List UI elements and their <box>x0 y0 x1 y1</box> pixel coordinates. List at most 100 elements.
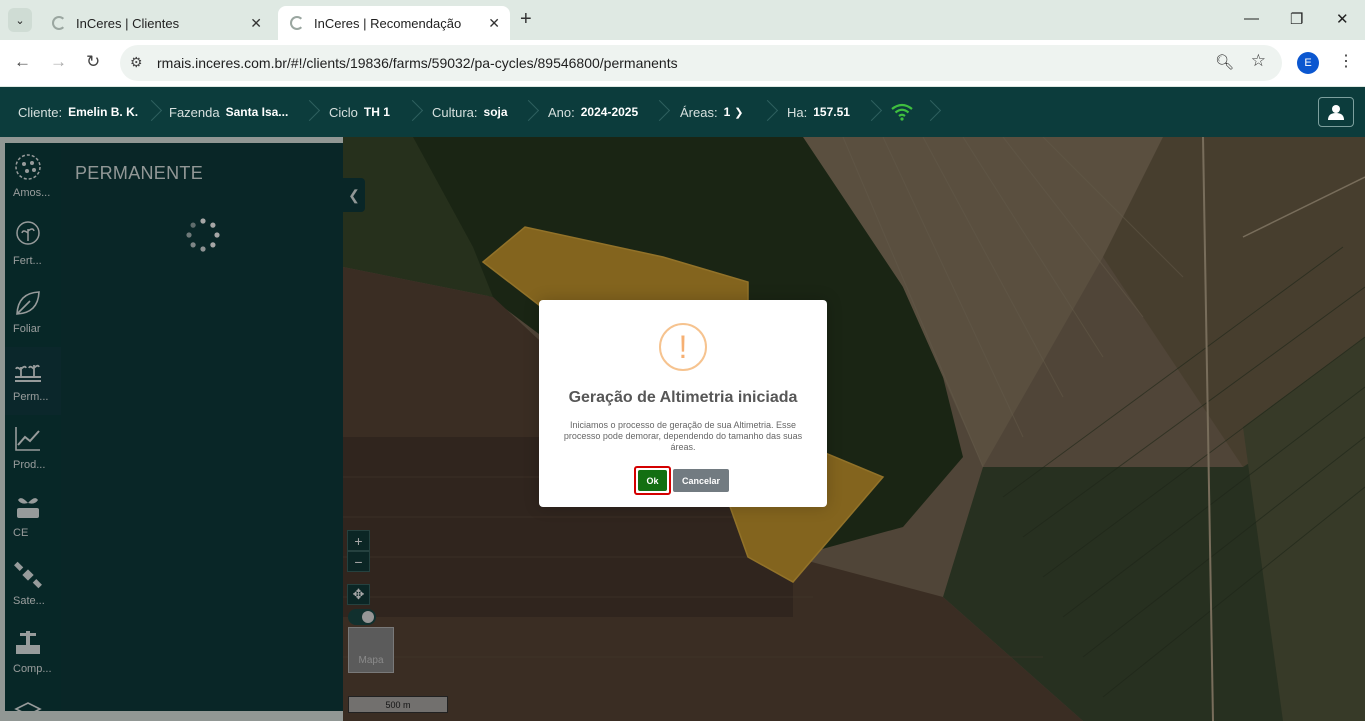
dialog-title: Geração de Altimetria iniciada <box>568 389 798 406</box>
fazenda-value: Santa Isa... <box>225 105 289 119</box>
tab-title: InCeres | Clientes <box>76 15 180 31</box>
loading-icon <box>52 16 66 30</box>
dialog-message: Iniciamos o processo de geração de sua A… <box>563 420 803 452</box>
ok-button[interactable]: Ok <box>634 466 671 495</box>
basemap-switch[interactable]: Mapa <box>348 627 394 673</box>
tool-amostragem[interactable]: Amos... <box>5 143 61 211</box>
breadcrumb-ano[interactable]: Ano: 2024-2025 <box>548 87 638 137</box>
breadcrumb-cliente[interactable]: Cliente: Emelin B. K. <box>18 87 138 137</box>
app-header: Cliente: Emelin B. K. Fazenda Santa Isa.… <box>0 87 1365 137</box>
breadcrumb-cultura[interactable]: Cultura: soja <box>432 87 508 137</box>
layers-icon <box>14 702 42 711</box>
back-button[interactable]: ← <box>14 52 31 72</box>
tool-layers[interactable] <box>5 687 61 711</box>
tool-satelite[interactable]: Sate... <box>5 551 61 619</box>
breadcrumb-separator <box>760 95 774 129</box>
url-field[interactable]: ⚙ rmais.inceres.com.br/#!/clients/19836/… <box>120 45 1282 81</box>
ciclo-value: TH 1 <box>363 105 390 119</box>
permanente-panel: PERMANENTE <box>61 143 343 711</box>
tool-label: Foliar <box>13 323 41 335</box>
productivity-chart-icon <box>15 427 40 451</box>
warning-icon: ! <box>659 323 707 371</box>
ano-label: Ano: <box>548 104 575 120</box>
cultura-value: soja <box>483 105 508 119</box>
panel-title: PERMANENTE <box>75 163 204 183</box>
conductivity-icon <box>17 497 39 518</box>
cultura-label: Cultura: <box>432 104 478 120</box>
browser-tab-strip: ⌄ InCeres | Clientes ✕ InCeres | Recomen… <box>0 0 1365 40</box>
loading-spinner-icon <box>186 218 220 252</box>
forward-button[interactable]: → <box>50 52 67 72</box>
collapse-panel-button[interactable]: ❮ <box>343 178 365 212</box>
close-window-button[interactable]: ✕ <box>1336 10 1349 28</box>
tool-foliar[interactable]: Foliar <box>5 279 61 347</box>
ano-value: 2024-2025 <box>580 105 639 119</box>
chevron-down-icon: ❯ <box>734 106 744 119</box>
breadcrumb-separator <box>864 95 878 129</box>
tool-label: Amos... <box>13 187 51 199</box>
satellite-icon <box>14 561 42 589</box>
loading-icon <box>290 16 304 30</box>
compaction-icon <box>16 631 40 654</box>
fazenda-label: Fazenda <box>169 104 220 120</box>
tool-label: Comp... <box>13 663 52 675</box>
tool-label: Sate... <box>13 595 45 607</box>
tool-compactacao[interactable]: Comp... <box>5 619 61 687</box>
cliente-value: Emelin B. K. <box>68 105 139 119</box>
breadcrumb-fazenda[interactable]: Fazenda Santa Isa... <box>169 87 288 137</box>
tab-title: InCeres | Recomendação <box>314 15 462 31</box>
tab-search-button[interactable]: ⌄ <box>8 8 32 32</box>
zoom-out-button[interactable]: − <box>347 551 370 572</box>
fertility-icon <box>16 221 40 245</box>
breadcrumb-separator <box>923 95 937 129</box>
user-profile-button[interactable] <box>1318 97 1354 127</box>
tool-ce[interactable]: CE <box>5 483 61 551</box>
profile-avatar[interactable]: E <box>1297 52 1319 74</box>
bookmark-star-icon[interactable]: ☆ <box>1251 51 1266 71</box>
site-info-icon[interactable]: ⚙ <box>130 54 143 71</box>
zoom-icon[interactable]: 🔍︎ <box>1215 53 1234 71</box>
new-tab-button[interactable]: + <box>520 8 532 31</box>
ciclo-label: Ciclo <box>329 104 358 120</box>
reload-button[interactable]: ↻ <box>86 52 100 72</box>
altimetria-dialog: ! Geração de Altimetria iniciada Iniciam… <box>539 300 827 507</box>
pan-move-icon[interactable]: ✥ <box>347 584 370 605</box>
cancel-button[interactable]: Cancelar <box>673 469 729 492</box>
cliente-label: Cliente: <box>18 104 63 120</box>
user-icon <box>1328 105 1344 120</box>
breadcrumb-separator <box>405 95 419 129</box>
close-tab-icon[interactable]: ✕ <box>488 15 500 32</box>
breadcrumb-separator <box>652 95 666 129</box>
areas-dropdown[interactable]: Áreas: 1 ❯ <box>680 87 743 137</box>
minimize-button[interactable]: — <box>1244 10 1259 27</box>
map-scale-bar: 500 m <box>348 696 448 713</box>
areas-value: 1 <box>723 105 731 119</box>
browser-menu-icon[interactable]: ⋮ <box>1338 51 1354 71</box>
tool-label: Prod... <box>13 459 46 471</box>
leaf-icon <box>16 291 40 315</box>
ok-button-label: Ok <box>638 470 667 491</box>
restore-button[interactable]: ❐ <box>1290 10 1303 28</box>
tool-produtividade[interactable]: Prod... <box>5 415 61 483</box>
tab-recomendacao[interactable]: InCeres | Recomendação ✕ <box>278 6 510 40</box>
tab-clientes[interactable]: InCeres | Clientes ✕ <box>40 6 272 40</box>
tool-permanente[interactable]: Perm... <box>5 347 61 415</box>
tool-label: Fert... <box>13 255 42 267</box>
tool-fertilidade[interactable]: Fert... <box>5 211 61 279</box>
map-imagery <box>343 137 1365 721</box>
areas-label: Áreas: <box>680 104 718 120</box>
ha-label: Ha: <box>787 104 808 120</box>
layer-toggle[interactable] <box>348 609 376 625</box>
wifi-icon <box>891 103 913 121</box>
tool-sidebar: Amos... Fert... Foliar Perm... Prod... C… <box>5 143 61 711</box>
breadcrumb-separator <box>144 95 158 129</box>
zoom-in-button[interactable]: + <box>347 530 370 551</box>
permanent-crop-icon <box>15 364 41 382</box>
breadcrumb-separator <box>521 95 535 129</box>
url-text[interactable]: rmais.inceres.com.br/#!/clients/19836/fa… <box>157 55 678 71</box>
breadcrumb-ha: Ha: 157.51 <box>787 87 850 137</box>
breadcrumb-ciclo[interactable]: Ciclo TH 1 <box>329 87 390 137</box>
address-bar: ← → ↻ ⚙ rmais.inceres.com.br/#!/clients/… <box>0 40 1365 86</box>
satellite-map[interactable] <box>343 137 1365 721</box>
close-tab-icon[interactable]: ✕ <box>250 15 262 32</box>
